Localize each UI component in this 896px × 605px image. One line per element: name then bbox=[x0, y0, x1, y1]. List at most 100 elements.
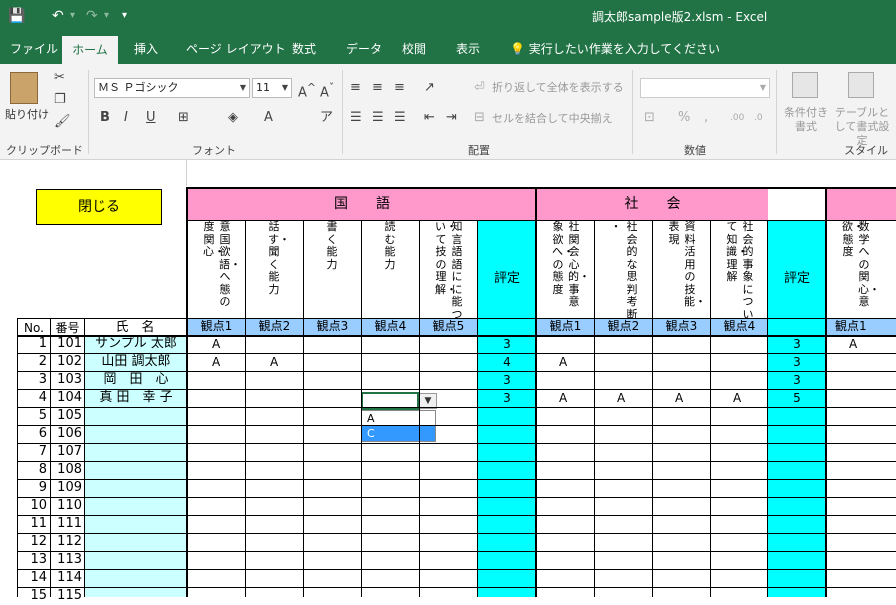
shakai-score-cell[interactable] bbox=[595, 533, 652, 551]
row-name[interactable] bbox=[86, 587, 186, 605]
shakai-hyotei-cell[interactable] bbox=[768, 515, 826, 533]
kokugo-score-cell[interactable] bbox=[420, 353, 477, 371]
shakai-score-cell[interactable] bbox=[653, 533, 710, 551]
shakai-score-cell[interactable] bbox=[595, 569, 652, 587]
shakai-score-cell[interactable] bbox=[595, 479, 652, 497]
kokugo-score-cell[interactable] bbox=[188, 371, 245, 389]
row-name[interactable] bbox=[86, 443, 186, 461]
shakai-score-cell[interactable] bbox=[711, 461, 768, 479]
kokugo-hyotei-cell[interactable]: 3 bbox=[478, 335, 536, 353]
sugaku-score-cell[interactable] bbox=[827, 515, 896, 533]
shakai-hyotei-cell[interactable] bbox=[768, 497, 826, 515]
comma-button[interactable]: , bbox=[704, 110, 708, 126]
kokugo-score-cell[interactable] bbox=[304, 569, 361, 587]
worksheet[interactable]: 閉じる 国 語 社 会 評定 評定 No. 番号 氏 名 ▼ A C 意国欲語・… bbox=[0, 160, 896, 603]
shakai-score-cell[interactable] bbox=[595, 371, 652, 389]
row-name[interactable] bbox=[86, 515, 186, 533]
shakai-score-cell[interactable] bbox=[595, 497, 652, 515]
save-icon[interactable]: 💾 bbox=[8, 6, 25, 26]
kokugo-score-cell[interactable] bbox=[304, 443, 361, 461]
kokugo-score-cell[interactable] bbox=[188, 461, 245, 479]
kokugo-score-cell[interactable] bbox=[246, 389, 303, 407]
kokugo-hyotei-cell[interactable] bbox=[478, 569, 536, 587]
shakai-score-cell[interactable] bbox=[711, 515, 768, 533]
shakai-score-cell[interactable] bbox=[537, 569, 594, 587]
shakai-score-cell[interactable] bbox=[595, 425, 652, 443]
customize-qat-icon[interactable]: ▾ bbox=[122, 6, 127, 26]
shakai-score-cell[interactable] bbox=[537, 371, 594, 389]
shakai-score-cell[interactable] bbox=[711, 407, 768, 425]
kokugo-score-cell[interactable] bbox=[188, 569, 245, 587]
kokugo-score-cell[interactable] bbox=[188, 389, 245, 407]
tab-view[interactable]: 表示 bbox=[448, 34, 488, 64]
sugaku-score-cell[interactable] bbox=[827, 587, 896, 605]
kokugo-score-cell[interactable] bbox=[188, 479, 245, 497]
shakai-score-cell[interactable]: A bbox=[595, 389, 652, 407]
kokugo-score-cell[interactable] bbox=[420, 425, 477, 443]
shakai-score-cell[interactable] bbox=[653, 461, 710, 479]
shakai-score-cell[interactable] bbox=[595, 515, 652, 533]
kokugo-score-cell[interactable] bbox=[420, 407, 477, 425]
shakai-score-cell[interactable] bbox=[595, 335, 652, 353]
kokugo-score-cell[interactable] bbox=[420, 587, 477, 605]
kokugo-score-cell[interactable]: A bbox=[188, 353, 245, 371]
kokugo-hyotei-cell[interactable] bbox=[478, 533, 536, 551]
kokugo-score-cell[interactable] bbox=[304, 407, 361, 425]
shakai-score-cell[interactable] bbox=[653, 479, 710, 497]
kokugo-score-cell[interactable] bbox=[304, 533, 361, 551]
kokugo-score-cell[interactable] bbox=[362, 353, 419, 371]
shakai-score-cell[interactable] bbox=[537, 425, 594, 443]
kokugo-score-cell[interactable] bbox=[362, 407, 419, 425]
kokugo-score-cell[interactable] bbox=[246, 569, 303, 587]
conditional-format-button[interactable]: 条件付き書式 bbox=[782, 106, 830, 134]
kokugo-score-cell[interactable]: A bbox=[188, 335, 245, 353]
kokugo-score-cell[interactable] bbox=[246, 515, 303, 533]
kokugo-score-cell[interactable] bbox=[246, 587, 303, 605]
row-name[interactable] bbox=[86, 461, 186, 479]
shakai-score-cell[interactable] bbox=[595, 461, 652, 479]
kokugo-score-cell[interactable] bbox=[246, 461, 303, 479]
kokugo-score-cell[interactable] bbox=[304, 389, 361, 407]
redo-dropdown-icon[interactable]: ▾ bbox=[104, 6, 109, 26]
shakai-score-cell[interactable] bbox=[537, 497, 594, 515]
tab-insert[interactable]: 挿入 bbox=[126, 34, 166, 64]
kokugo-score-cell[interactable] bbox=[362, 335, 419, 353]
copy-icon[interactable]: ❐ bbox=[54, 92, 66, 108]
kokugo-score-cell[interactable] bbox=[420, 479, 477, 497]
shakai-hyotei-cell[interactable] bbox=[768, 425, 826, 443]
shakai-score-cell[interactable] bbox=[653, 425, 710, 443]
shakai-score-cell[interactable] bbox=[537, 443, 594, 461]
bold-button[interactable]: B bbox=[100, 110, 110, 126]
kokugo-score-cell[interactable] bbox=[246, 371, 303, 389]
shakai-score-cell[interactable] bbox=[653, 407, 710, 425]
shakai-hyotei-cell[interactable]: 3 bbox=[768, 353, 826, 371]
kokugo-hyotei-cell[interactable] bbox=[478, 497, 536, 515]
tab-file[interactable]: ファイル bbox=[2, 34, 66, 64]
shakai-score-cell[interactable] bbox=[711, 443, 768, 461]
font-color-icon[interactable]: A bbox=[264, 110, 273, 126]
tab-formulas[interactable]: 数式 bbox=[284, 34, 324, 64]
kokugo-hyotei-cell[interactable] bbox=[478, 551, 536, 569]
italic-button[interactable]: I bbox=[124, 110, 128, 126]
kokugo-score-cell[interactable] bbox=[246, 479, 303, 497]
shakai-score-cell[interactable] bbox=[653, 515, 710, 533]
kokugo-score-cell[interactable] bbox=[420, 371, 477, 389]
align-center-icon[interactable]: ☰ bbox=[372, 110, 384, 126]
shakai-score-cell[interactable] bbox=[711, 335, 768, 353]
font-name-combo[interactable]: ＭＳ Ｐゴシック ▼ bbox=[94, 78, 250, 98]
kokugo-hyotei-cell[interactable] bbox=[478, 407, 536, 425]
kokugo-score-cell[interactable] bbox=[304, 497, 361, 515]
shakai-score-cell[interactable] bbox=[653, 335, 710, 353]
kokugo-score-cell[interactable] bbox=[420, 461, 477, 479]
shakai-score-cell[interactable] bbox=[711, 353, 768, 371]
shakai-hyotei-cell[interactable]: 5 bbox=[768, 389, 826, 407]
shakai-hyotei-cell[interactable]: 3 bbox=[768, 335, 826, 353]
tab-data[interactable]: データ bbox=[338, 34, 390, 64]
shakai-score-cell[interactable] bbox=[711, 371, 768, 389]
shakai-score-cell[interactable] bbox=[537, 587, 594, 605]
kokugo-score-cell[interactable] bbox=[188, 497, 245, 515]
shakai-score-cell[interactable] bbox=[711, 551, 768, 569]
kokugo-score-cell[interactable] bbox=[246, 335, 303, 353]
kokugo-score-cell[interactable] bbox=[362, 389, 419, 407]
kokugo-score-cell[interactable] bbox=[246, 497, 303, 515]
